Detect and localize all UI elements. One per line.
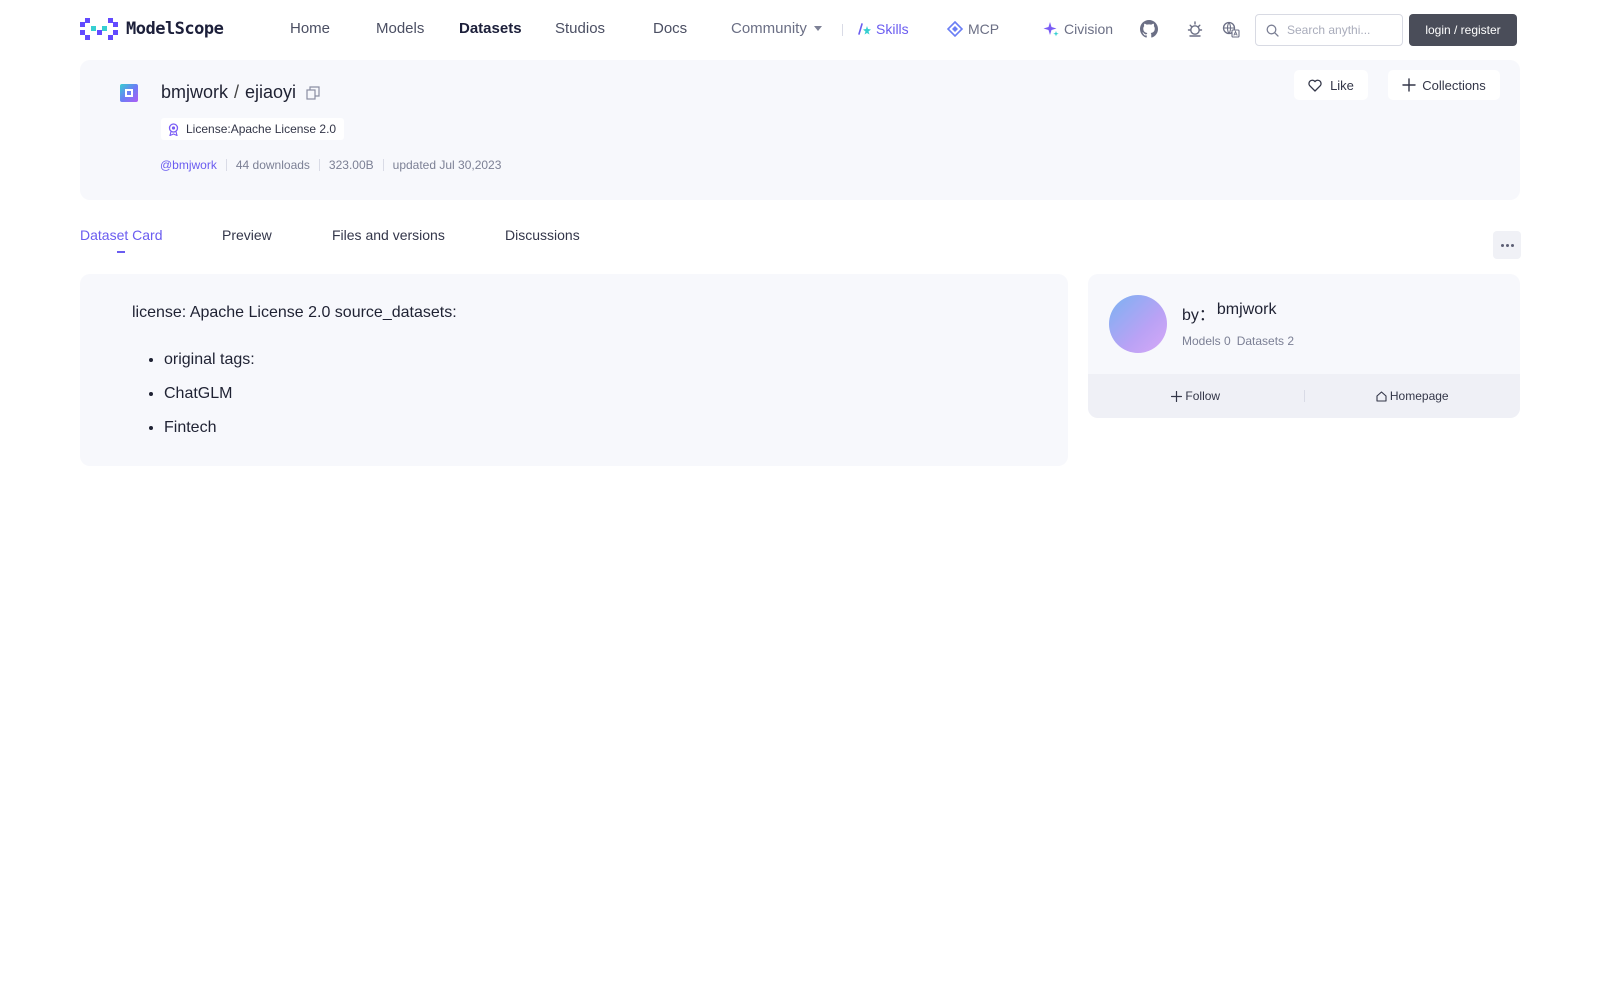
skills-icon (858, 23, 871, 35)
login-register-button[interactable]: login / register (1409, 14, 1517, 46)
readme-tag-list: original tags: ChatGLM Fintech (164, 350, 255, 452)
dataset-header-card: bmjwork / ejiaoyi License:Apache License… (80, 60, 1520, 200)
by-prefix: by： (1182, 307, 1215, 324)
collections-label: Collections (1422, 77, 1486, 93)
author-name[interactable]: bmjwork (1217, 301, 1277, 325)
home-icon (1376, 390, 1387, 402)
logo-text: ModelScope (126, 19, 224, 39)
tab-preview[interactable]: Preview (222, 227, 272, 243)
author-actions: Follow Homepage (1088, 374, 1520, 418)
language-switch-icon[interactable] (1221, 19, 1241, 39)
dataset-card-content: license: Apache License 2.0 source_datas… (80, 274, 1068, 466)
nav-mcp[interactable]: MCP (947, 21, 999, 37)
nav-community-dropdown[interactable]: Community (731, 20, 822, 37)
theme-toggle-sun-icon[interactable] (1185, 19, 1205, 39)
nav-divider (842, 24, 843, 36)
dataset-meta: @bmjwork 44 downloads 323.00B updated Ju… (160, 158, 501, 172)
github-icon[interactable] (1139, 19, 1159, 39)
follow-button[interactable]: Follow (1088, 389, 1304, 403)
license-label: License:Apache License 2.0 (186, 122, 337, 136)
license-badge[interactable]: License:Apache License 2.0 (161, 118, 345, 140)
list-item: Fintech (164, 418, 255, 452)
like-label: Like (1330, 77, 1354, 93)
active-tab-indicator (117, 251, 125, 253)
nav-skills-label: Skills (876, 21, 909, 37)
nav-home[interactable]: Home (290, 20, 330, 37)
datasets-count[interactable]: Datasets 2 (1237, 334, 1294, 348)
nav-studios[interactable]: Studios (555, 20, 605, 37)
mcp-icon (947, 21, 963, 37)
dataset-owner[interactable]: bmjwork (161, 82, 228, 103)
list-item: ChatGLM (164, 384, 255, 418)
models-count[interactable]: Models 0 (1182, 334, 1231, 348)
author-byline: by： bmjwork (1182, 301, 1276, 325)
dataset-title: bmjwork / ejiaoyi (161, 82, 320, 103)
nav-community-label: Community (731, 20, 807, 37)
nav-datasets[interactable]: Datasets (459, 20, 522, 37)
top-navigation: ModelScope Home Models Datasets Studios … (0, 0, 1600, 58)
collections-button[interactable]: Collections (1388, 70, 1500, 100)
follow-label: Follow (1185, 389, 1221, 403)
author-card: by： bmjwork Models 0 Datasets 2 Follow H… (1088, 274, 1520, 418)
modelscope-logo[interactable]: ModelScope (80, 18, 224, 40)
caret-down-icon (813, 26, 822, 31)
tab-files-and-versions[interactable]: Files and versions (332, 227, 445, 243)
dataset-icon (120, 84, 138, 102)
tab-dataset-card[interactable]: Dataset Card (80, 227, 162, 243)
meta-divider (225, 159, 227, 171)
search-input[interactable] (1287, 23, 1387, 37)
search-icon (1266, 24, 1279, 37)
nav-docs[interactable]: Docs (653, 20, 687, 37)
title-separator: / (234, 82, 240, 102)
avatar[interactable] (1109, 295, 1167, 353)
nav-civision-label: Civision (1064, 21, 1114, 37)
homepage-label: Homepage (1389, 389, 1449, 403)
copy-icon[interactable] (306, 85, 320, 100)
nav-civision[interactable]: Civision (1043, 21, 1113, 37)
search-box[interactable] (1255, 14, 1403, 46)
more-options-button[interactable] (1493, 231, 1521, 259)
dataset-name: ejiaoyi (245, 82, 297, 102)
plus-icon (1402, 78, 1416, 92)
like-button[interactable]: Like (1294, 70, 1368, 100)
tab-discussions[interactable]: Discussions (505, 227, 580, 243)
list-item: original tags: (164, 350, 255, 384)
meta-divider (382, 159, 384, 171)
meta-divider (318, 159, 320, 171)
nav-mcp-label: MCP (968, 21, 1000, 37)
modelscope-logo-icon (80, 18, 118, 40)
download-count: 44 downloads (235, 158, 310, 172)
nav-skills[interactable]: Skills (857, 21, 909, 37)
dataset-size: 323.00B (328, 158, 374, 172)
readme-license-line: license: Apache License 2.0 source_datas… (132, 304, 457, 321)
owner-link[interactable]: @bmjwork (160, 158, 217, 172)
sparkle-icon (1043, 22, 1059, 37)
homepage-button[interactable]: Homepage (1305, 389, 1521, 403)
license-award-icon (168, 122, 179, 136)
author-counts: Models 0 Datasets 2 (1182, 334, 1294, 348)
nav-models[interactable]: Models (376, 20, 424, 37)
updated-date: updated Jul 30,2023 (392, 158, 502, 172)
plus-icon (1171, 390, 1183, 402)
heart-icon (1308, 79, 1322, 92)
ellipsis-icon (1500, 243, 1504, 247)
